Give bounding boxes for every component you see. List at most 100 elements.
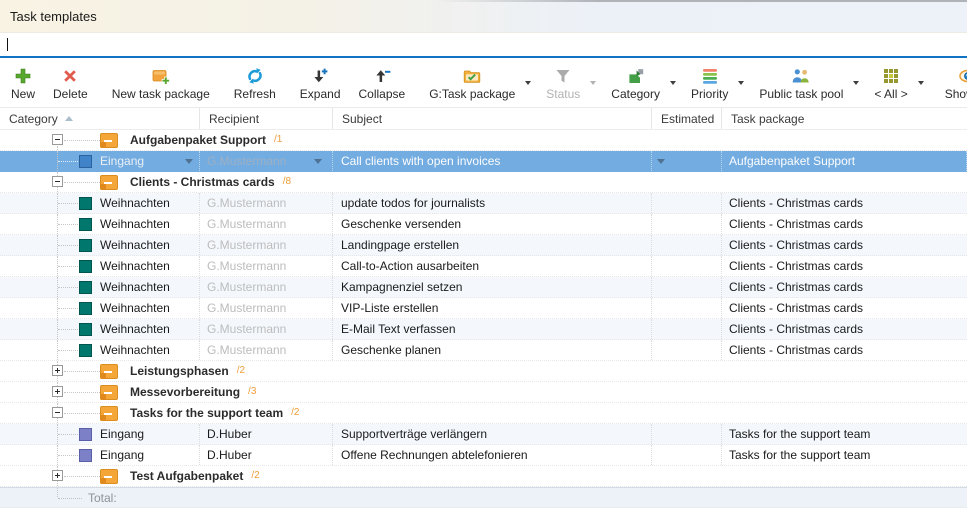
estimated-cell[interactable] — [652, 445, 722, 465]
new-task-package-button[interactable]: New task package — [103, 58, 219, 107]
subject-cell[interactable]: Offene Rechnungen abtelefonieren — [333, 445, 652, 465]
recipient-cell[interactable]: G.Mustermann — [200, 319, 333, 339]
subject-cell[interactable]: update todos for journalists — [333, 193, 652, 213]
priority-button[interactable]: Priority — [682, 58, 750, 107]
recipient-cell[interactable]: G.Mustermann — [200, 214, 333, 234]
dropdown-caret-icon[interactable] — [670, 81, 676, 85]
show-all-button[interactable]: Show All — [936, 58, 967, 107]
delete-button[interactable]: Delete — [44, 58, 97, 107]
task-row[interactable]: WeihnachtenG.MustermannKampagnenziel set… — [0, 277, 967, 298]
task-row[interactable]: WeihnachtenG.Mustermannupdate todos for … — [0, 193, 967, 214]
expand-group-toggle[interactable] — [52, 386, 63, 397]
dropdown-caret-icon[interactable] — [918, 81, 924, 85]
task-row[interactable]: EingangD.HuberOffene Rechnungen abtelefo… — [0, 445, 967, 466]
column-header-task-package[interactable]: Task package — [722, 108, 967, 129]
filter-input[interactable] — [0, 33, 967, 58]
category-cell[interactable]: Weihnachten — [0, 277, 200, 297]
subject-cell[interactable]: Call-to-Action ausarbeiten — [333, 256, 652, 276]
collapse-group-toggle[interactable] — [52, 176, 63, 187]
recipient-cell[interactable]: G.Mustermann — [200, 298, 333, 318]
category-cell[interactable]: Eingang — [0, 424, 200, 444]
column-header-recipient[interactable]: Recipient — [200, 108, 333, 129]
dropdown-caret-icon[interactable] — [525, 81, 531, 85]
task-package-cell[interactable]: Clients - Christmas cards — [722, 214, 967, 234]
estimated-cell[interactable] — [652, 340, 722, 360]
subject-cell[interactable]: E-Mail Text verfassen — [333, 319, 652, 339]
group-row[interactable]: Test Aufgabenpaket/2 — [0, 466, 967, 487]
task-package-cell[interactable]: Tasks for the support team — [722, 424, 967, 444]
expand-button[interactable]: Expand — [291, 58, 350, 107]
category-cell[interactable]: Weihnachten — [0, 214, 200, 234]
subject-cell[interactable]: Geschenke versenden — [333, 214, 652, 234]
subject-cell[interactable]: Call clients with open invoices — [333, 151, 652, 171]
column-header-subject[interactable]: Subject — [333, 108, 652, 129]
category-cell[interactable]: Weihnachten — [0, 298, 200, 318]
task-package-cell[interactable]: Clients - Christmas cards — [722, 235, 967, 255]
all-button[interactable]: < All > — [865, 58, 929, 107]
estimated-cell[interactable] — [652, 235, 722, 255]
estimated-cell[interactable] — [652, 193, 722, 213]
estimated-cell[interactable] — [652, 319, 722, 339]
task-row[interactable]: EingangD.HuberSupportverträge verlängern… — [0, 424, 967, 445]
task-row[interactable]: WeihnachtenG.MustermannVIP-Liste erstell… — [0, 298, 967, 319]
task-package-cell[interactable]: Clients - Christmas cards — [722, 256, 967, 276]
g-task-package-button[interactable]: G:Task package — [420, 58, 537, 107]
estimated-cell[interactable] — [652, 256, 722, 276]
recipient-cell[interactable]: G.Mustermann — [200, 340, 333, 360]
dropdown-caret-icon[interactable] — [738, 81, 744, 85]
group-row[interactable]: Messevorbereitung/3 — [0, 382, 967, 403]
group-row[interactable]: Clients - Christmas cards/8 — [0, 172, 967, 193]
subject-cell[interactable]: Kampagnenziel setzen — [333, 277, 652, 297]
task-row[interactable]: WeihnachtenG.MustermannCall-to-Action au… — [0, 256, 967, 277]
estimated-cell[interactable] — [652, 424, 722, 444]
dropdown-caret-icon[interactable] — [314, 159, 322, 164]
collapse-group-toggle[interactable] — [52, 134, 63, 145]
recipient-cell[interactable]: D.Huber — [200, 424, 333, 444]
group-row[interactable]: Leistungsphasen/2 — [0, 361, 967, 382]
column-header-category[interactable]: Category — [0, 108, 200, 129]
task-row[interactable]: WeihnachtenG.MustermannGeschenke versend… — [0, 214, 967, 235]
column-header-estimated[interactable]: Estimated — [652, 108, 722, 129]
task-row[interactable]: WeihnachtenG.MustermannGeschenke planen C… — [0, 340, 967, 361]
task-package-cell[interactable]: Clients - Christmas cards — [722, 193, 967, 213]
dropdown-caret-icon[interactable] — [185, 159, 193, 164]
task-row[interactable]: WeihnachtenG.MustermannLandingpage erste… — [0, 235, 967, 256]
dropdown-caret-icon[interactable] — [853, 81, 859, 85]
estimated-cell[interactable] — [652, 277, 722, 297]
task-package-cell[interactable]: Tasks for the support team — [722, 445, 967, 465]
group-row[interactable]: Aufgabenpaket Support/1 — [0, 130, 967, 151]
task-package-cell[interactable]: Aufgabenpaket Support — [722, 151, 967, 171]
task-package-cell[interactable]: Clients - Christmas cards — [722, 319, 967, 339]
collapse-group-toggle[interactable] — [52, 407, 63, 418]
category-cell[interactable]: Eingang — [0, 151, 200, 171]
collapse-button[interactable]: Collapse — [350, 58, 415, 107]
task-row[interactable]: WeihnachtenG.MustermannE-Mail Text verfa… — [0, 319, 967, 340]
recipient-cell[interactable]: D.Huber — [200, 445, 333, 465]
category-cell[interactable]: Weihnachten — [0, 256, 200, 276]
subject-cell[interactable]: Landingpage erstellen — [333, 235, 652, 255]
group-row[interactable]: Tasks for the support team/2 — [0, 403, 967, 424]
subject-cell[interactable]: Supportverträge verlängern — [333, 424, 652, 444]
recipient-cell[interactable]: G.Mustermann — [200, 193, 333, 213]
task-row[interactable]: EingangG.MustermannCall clients with ope… — [0, 151, 967, 172]
subject-cell[interactable]: VIP-Liste erstellen — [333, 298, 652, 318]
recipient-cell[interactable]: G.Mustermann — [200, 256, 333, 276]
estimated-cell[interactable] — [652, 214, 722, 234]
category-cell[interactable]: Weihnachten — [0, 319, 200, 339]
task-package-cell[interactable]: Clients - Christmas cards — [722, 277, 967, 297]
expand-group-toggle[interactable] — [52, 470, 63, 481]
task-package-cell[interactable]: Clients - Christmas cards — [722, 298, 967, 318]
refresh-button[interactable]: Refresh — [225, 58, 285, 107]
category-button[interactable]: Category — [602, 58, 682, 107]
task-package-cell[interactable]: Clients - Christmas cards — [722, 340, 967, 360]
expand-group-toggle[interactable] — [52, 365, 63, 376]
recipient-cell[interactable]: G.Mustermann — [200, 277, 333, 297]
recipient-cell[interactable]: G.Mustermann — [200, 235, 333, 255]
category-cell[interactable]: Weihnachten — [0, 235, 200, 255]
category-cell[interactable]: Eingang — [0, 445, 200, 465]
subject-cell[interactable]: Geschenke planen — [333, 340, 652, 360]
category-cell[interactable]: Weihnachten — [0, 340, 200, 360]
new-button[interactable]: New — [2, 58, 44, 107]
dropdown-caret-icon[interactable] — [657, 159, 665, 164]
estimated-cell[interactable] — [652, 298, 722, 318]
